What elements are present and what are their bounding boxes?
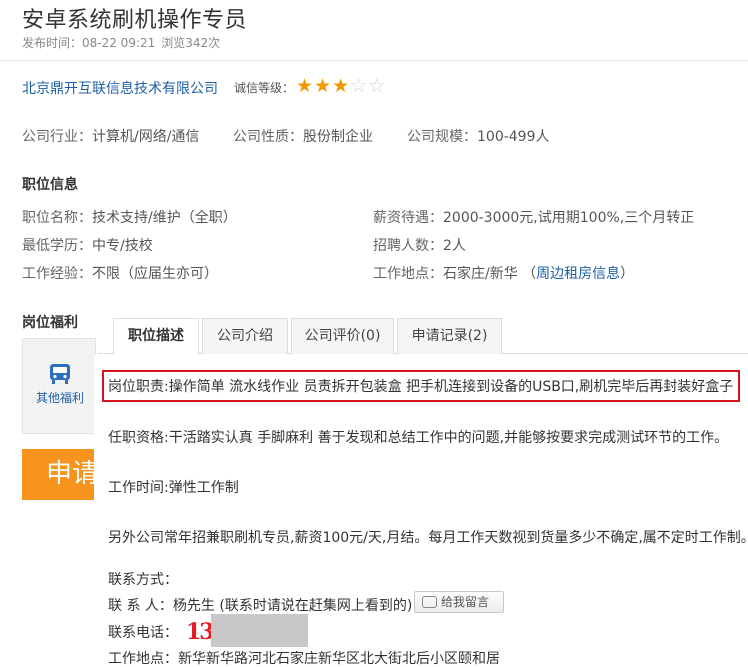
job-experience: 工作经验：不限（应届生亦可） bbox=[22, 266, 218, 282]
view-count: 浏览342次 bbox=[161, 36, 221, 50]
job-info-title: 职位信息 bbox=[22, 177, 78, 193]
leave-message-button[interactable]: 给我留言 bbox=[414, 591, 504, 613]
star-filled-icon: ★ bbox=[314, 75, 333, 97]
benefit-other-label: 其他福利 bbox=[35, 391, 84, 405]
detail-tabs: 职位描述 公司介绍 公司评价(0) 申请记录(2) bbox=[98, 318, 748, 355]
star-empty-icon: ☆ bbox=[368, 75, 387, 97]
job-headcount: 招聘人数：2人 bbox=[373, 238, 466, 254]
company-name-link[interactable]: 北京鼎开互联信息技术有限公司 bbox=[22, 78, 218, 98]
contact-person: 联 系 人：杨先生 (联系时请说在赶集网上看到的) bbox=[108, 598, 413, 614]
credit-stars: ★★★☆☆ bbox=[296, 75, 386, 97]
job-duty: 岗位职责:操作简单 流水线作业 员责拆开包装盒 把手机连接到设备的USB口,刷机… bbox=[108, 379, 734, 395]
contact-phone-label: 联系电话： bbox=[108, 625, 178, 641]
work-time: 工作时间:弹性工作制 bbox=[108, 480, 239, 496]
tab-application-records[interactable]: 申请记录(2) bbox=[397, 318, 502, 354]
extra-note: 另外公司常年招兼职刷机专员,薪资100元/天,月结。每月工作天数视到货量多少不确… bbox=[108, 530, 748, 546]
chat-icon bbox=[422, 596, 437, 608]
tab-company-reviews[interactable]: 公司评价(0) bbox=[291, 318, 394, 354]
company-size: 公司规模：100-499人 bbox=[407, 129, 550, 145]
contact-heading: 联系方式： bbox=[108, 572, 178, 588]
page-title: 安卓系统刷机操作专员 bbox=[22, 8, 248, 33]
job-education: 最低学历：中专/技校 bbox=[22, 238, 153, 254]
publish-time: 发布时间：08-22 09:21 bbox=[22, 36, 156, 50]
bus-icon bbox=[50, 364, 70, 384]
star-empty-icon: ☆ bbox=[350, 75, 369, 97]
job-requirement: 任职资格:干活踏实认真 手脚麻利 善于发现和总结工作中的问题,并能够按要求完成测… bbox=[108, 430, 729, 446]
benefit-other-card[interactable]: 其他福利 bbox=[22, 338, 96, 434]
credit-label: 诚信等级： bbox=[234, 81, 295, 95]
job-location: 工作地点：石家庄/新华 （周边租房信息） bbox=[373, 266, 635, 282]
job-position: 职位名称：技术支持/维护（全职） bbox=[22, 210, 237, 226]
phone-number-mask bbox=[211, 614, 308, 647]
benefits-title: 岗位福利 bbox=[22, 315, 78, 331]
job-salary: 薪资待遇：2000-3000元,试用期100%,三个月转正 bbox=[373, 210, 695, 226]
tab-job-description[interactable]: 职位描述 bbox=[113, 318, 199, 355]
apply-button[interactable]: 申请 bbox=[22, 449, 96, 500]
post-meta: 发布时间：08-22 09:21 浏览342次 bbox=[22, 34, 220, 51]
star-filled-icon: ★ bbox=[332, 75, 351, 97]
company-industry: 公司行业：计算机/网络/通信 bbox=[22, 129, 200, 145]
rent-info-link[interactable]: 周边租房信息 bbox=[536, 266, 620, 282]
tab-company-intro[interactable]: 公司介绍 bbox=[202, 318, 288, 354]
header-divider bbox=[0, 60, 748, 61]
contact-address: 工作地点：新华新华路河北石家庄新华区北大街北后小区颐和居 bbox=[108, 651, 500, 667]
star-filled-icon: ★ bbox=[296, 75, 315, 97]
company-nature: 公司性质：股份制企业 bbox=[233, 129, 373, 145]
